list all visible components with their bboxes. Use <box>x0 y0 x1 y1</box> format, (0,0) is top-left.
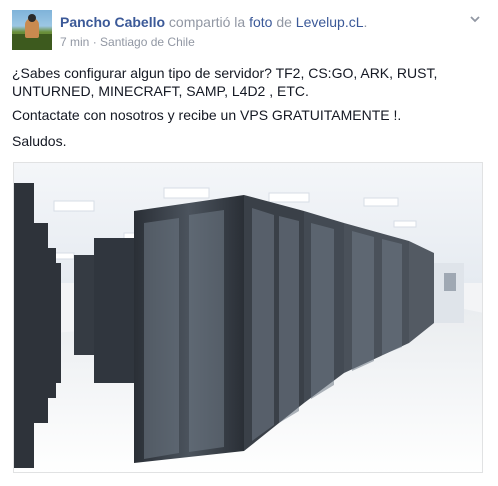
location-link[interactable]: Santiago de Chile <box>100 34 195 50</box>
shared-photo[interactable] <box>13 162 483 473</box>
preposition-text: de <box>276 14 292 30</box>
post-paragraph: Saludos. <box>12 133 67 149</box>
headline-period: . <box>363 14 368 30</box>
post-headline: Pancho Cabello compartió la foto de Leve… <box>60 13 367 31</box>
post-meta: 7 min · Santiago de Chile <box>60 34 195 50</box>
post-paragraph: ¿Sabes configurar algun tipo de servidor… <box>12 65 438 99</box>
post-message: ¿Sabes configurar algun tipo de servidor… <box>12 64 482 158</box>
datacenter-image <box>14 163 482 472</box>
feed-post: Pancho Cabello compartió la foto de Leve… <box>0 0 498 486</box>
post-paragraph: Contactate con nosotros y recibe un VPS … <box>12 107 402 123</box>
action-text: compartió la <box>168 14 246 30</box>
author-name-link[interactable]: Pancho Cabello <box>60 14 165 30</box>
chevron-down-icon[interactable] <box>468 12 482 26</box>
page-name-link[interactable]: Levelup.cL <box>296 14 364 30</box>
timestamp-link[interactable]: 7 min <box>60 34 89 50</box>
avatar[interactable] <box>12 10 52 50</box>
photo-link[interactable]: foto <box>249 14 272 30</box>
meta-separator: · <box>92 35 97 49</box>
post-header: Pancho Cabello compartió la foto de Leve… <box>12 10 486 50</box>
